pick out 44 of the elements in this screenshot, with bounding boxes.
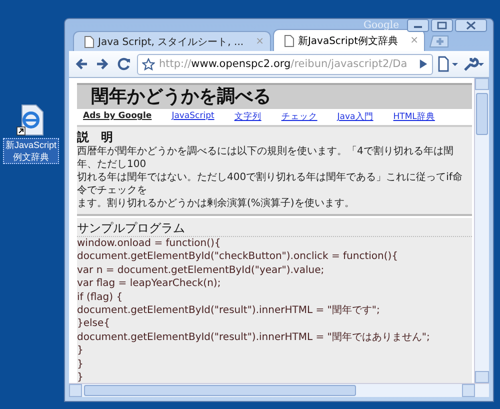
code-line: if (flag) { <box>77 290 124 304</box>
ads-label: Ads by Google <box>83 111 152 123</box>
section-heading: サンプルプログラム <box>77 221 472 237</box>
paragraph-line: ます。割り切れるかどうかは剰余演算(%演算子)を使います。 <box>77 197 356 210</box>
code-line: var flag = leapYearCheck(n); <box>77 277 222 291</box>
page-icon <box>284 34 294 46</box>
brand-label: Google <box>363 20 399 31</box>
vertical-scrollbar[interactable] <box>474 78 489 383</box>
play-arrow-icon[interactable] <box>419 59 428 69</box>
nav-link[interactable]: JavaScript <box>172 111 214 123</box>
horizontal-scrollbar[interactable] <box>69 383 489 397</box>
nav-link[interactable]: 文字列 <box>234 111 262 123</box>
code-line: document.getElementById("checkButton").onclick = function(){ <box>77 250 400 264</box>
code-line: document.getElementById("result").innerHTML = "閏年です"; <box>77 304 381 318</box>
nav-link[interactable]: チェック <box>281 111 318 123</box>
code-line: window.onload = function(){ <box>77 237 222 250</box>
minimize-icon[interactable] <box>407 19 429 32</box>
shortcut-file-icon[interactable] <box>16 104 46 136</box>
tab-title: 新JavaScript例文辞典 <box>298 34 398 48</box>
code-line: } <box>77 358 84 372</box>
reload-icon[interactable] <box>115 55 133 73</box>
section-heading: 説 明 <box>77 130 114 145</box>
page-title: 閏年かどうかを調べる <box>91 86 271 107</box>
desktop-icon-label[interactable]: 新JavaScript 例文辞典 <box>3 138 59 164</box>
page-menu-icon[interactable] <box>437 56 459 72</box>
code-line: } <box>77 344 84 358</box>
address-field[interactable]: http://www.openspc2.org/reibun/javascript2/Da <box>137 54 433 74</box>
maximize-icon[interactable] <box>431 19 453 32</box>
page-icon <box>84 36 94 48</box>
nav-link[interactable]: HTML辞典 <box>393 111 435 123</box>
browser-tab[interactable]: Java Script, スタイルシート, ... × <box>73 31 271 51</box>
code-line: }else{ <box>77 317 112 331</box>
close-icon[interactable] <box>455 19 487 32</box>
scroll-thumb[interactable] <box>476 93 488 135</box>
tab-title: Java Script, スタイルシート, ... <box>98 36 244 48</box>
code-line: document.getElementById("result").innerHTML = "閏年ではありません"; <box>77 330 431 344</box>
paragraph-line: 切れる年は閏年ではない。ただし400で割り切れる年は閏年である」これに従ってif命令でチェックを <box>77 171 464 197</box>
code-line: var n = document.getElementById("year").value; <box>77 264 326 278</box>
browser-tab[interactable]: 新JavaScript例文辞典 × <box>272 29 426 51</box>
nav-link[interactable]: Java入門 <box>337 111 374 123</box>
code-line: } <box>77 371 84 383</box>
star-icon[interactable] <box>142 58 155 70</box>
scroll-thumb[interactable] <box>84 385 356 396</box>
paragraph-line: 西暦年が閏年かどうかを調べるには以下の規則を使います。「4で割り切れる年は閏年、ただし100 <box>77 145 454 171</box>
